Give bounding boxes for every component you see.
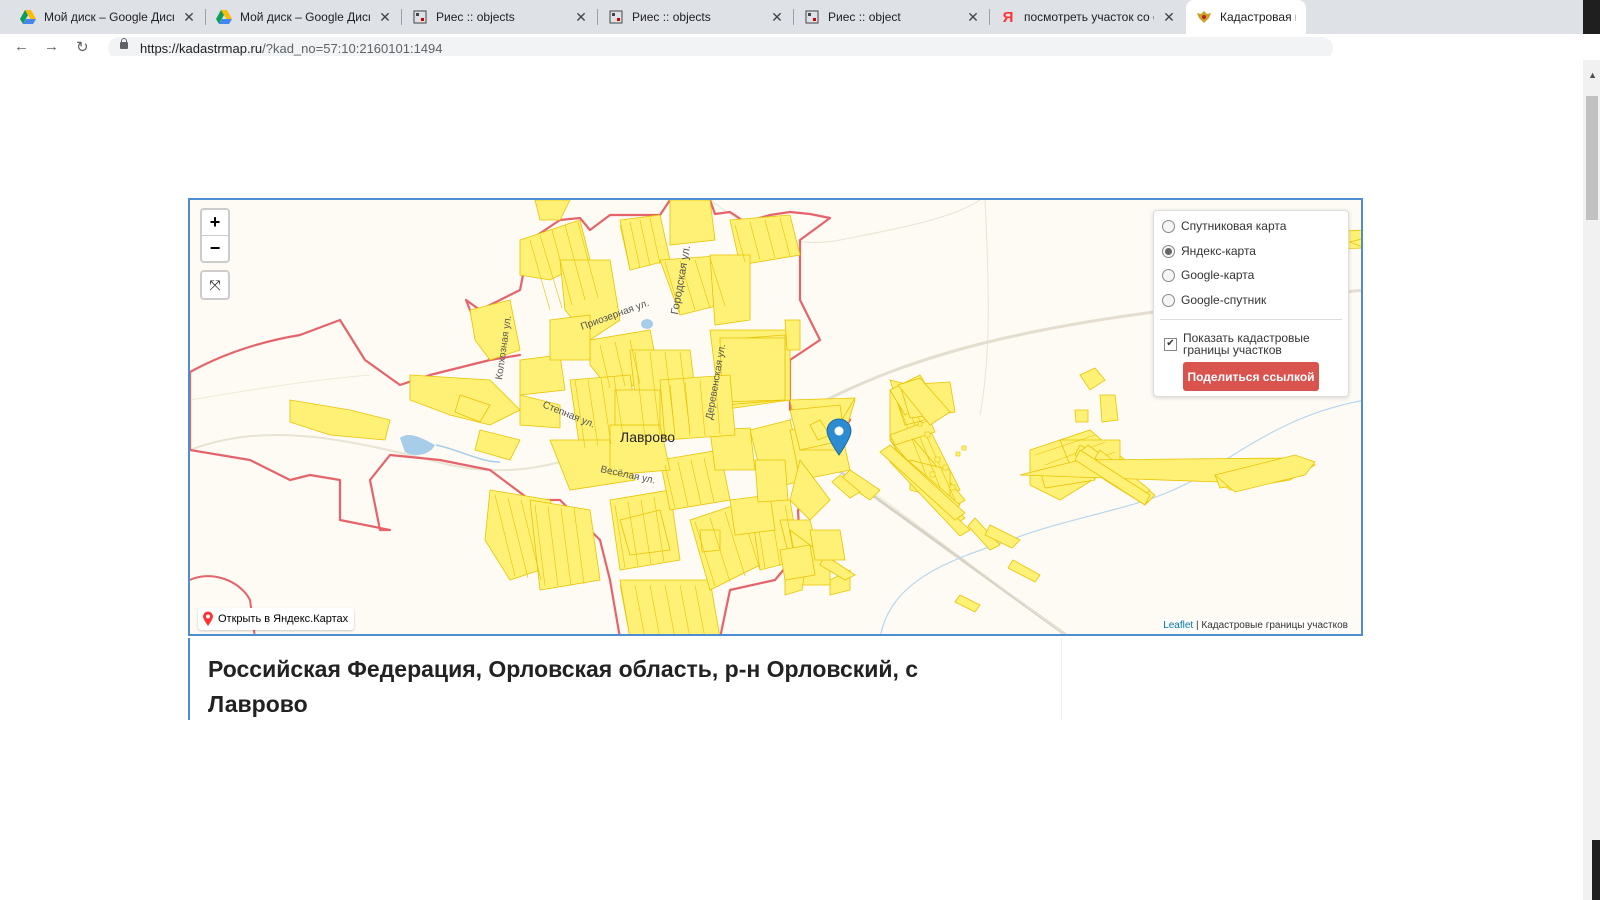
map-marker-icon[interactable]	[826, 418, 852, 456]
fullscreen-icon: ⤧	[209, 276, 221, 293]
reload-icon[interactable]: ↻	[76, 38, 89, 56]
close-icon[interactable]: ✕	[574, 9, 588, 26]
close-icon[interactable]: ✕	[770, 9, 784, 26]
google-drive-icon	[20, 9, 36, 25]
window-corner	[1583, 0, 1600, 34]
layer-label: Спутниковая карта	[1181, 219, 1287, 233]
layer-radio[interactable]	[1162, 293, 1175, 307]
tab-title: Риес :: object	[828, 10, 901, 24]
ries-icon	[804, 9, 820, 25]
tab-google-drive-1[interactable]: Мой диск – Google Диск ✕	[10, 0, 206, 34]
layer-label: Google-спутник	[1181, 293, 1267, 307]
tab-strip: Мой диск – Google Диск ✕ Мой диск – Goog…	[0, 0, 1600, 34]
rosreestr-emblem-icon	[1196, 9, 1212, 25]
window-corner-bottom	[1592, 840, 1600, 900]
tab-title: Риес :: objects	[632, 10, 711, 24]
address-panel: Российская Федерация, Орловская область,…	[188, 638, 1062, 720]
tab-ries-objects-1[interactable]: Риес :: objects ✕	[402, 0, 598, 34]
tab-title: Мой диск – Google Диск	[240, 10, 370, 24]
ries-icon	[412, 9, 428, 25]
leaflet-link[interactable]: Leaflet	[1163, 620, 1193, 631]
close-icon[interactable]: ✕	[1162, 9, 1176, 26]
tab-ries-objects-2[interactable]: Риес :: objects ✕	[598, 0, 794, 34]
tab-title: Мой диск – Google Диск	[44, 10, 174, 24]
ries-icon	[608, 9, 624, 25]
layer-divider	[1160, 319, 1342, 320]
tab-title: посмотреть участок со с	[1024, 10, 1154, 24]
layer-radio-selected[interactable]	[1162, 244, 1175, 258]
layer-yandex[interactable]: Яндекс-карта	[1162, 244, 1256, 258]
scrollbar-thumb[interactable]	[1586, 96, 1598, 220]
layer-google-map[interactable]: Google-карта	[1162, 268, 1254, 282]
zoom-control: + −	[200, 208, 230, 263]
tab-google-drive-2[interactable]: Мой диск – Google Диск ✕	[206, 0, 402, 34]
forward-icon[interactable]: →	[44, 38, 59, 55]
share-link-button[interactable]: Поделиться ссылкой	[1183, 362, 1319, 391]
attribution-text: Кадастровые границы участков	[1201, 620, 1348, 631]
locality-label: Лаврово	[620, 429, 675, 445]
close-icon[interactable]: ✕	[182, 9, 196, 26]
zoom-out-button[interactable]: −	[202, 236, 228, 261]
address-toolbar: ← → ↻ https://kadastrmap.ru/?kad_no=57:1…	[0, 34, 1600, 59]
tab-title: Кадастровая пуб	[1220, 10, 1296, 24]
back-icon[interactable]: ←	[14, 38, 29, 55]
tab-ries-object[interactable]: Риес :: object ✕	[794, 0, 990, 34]
tab-kadastr-active[interactable]: Кадастровая пуб	[1186, 0, 1306, 34]
layer-radio[interactable]	[1162, 219, 1175, 233]
cadastral-map[interactable]: Колхозная ул. Приозерная ул. Городская у…	[188, 198, 1363, 636]
boundaries-checkbox[interactable]: ✔	[1164, 338, 1177, 351]
close-icon[interactable]: ✕	[966, 9, 980, 26]
boundaries-label: Показать кадастровые границы участков	[1183, 331, 1310, 357]
google-drive-icon	[216, 9, 232, 25]
url-path: /?kad_no=57:10:2160101:1494	[262, 40, 443, 56]
yandex-icon: Я	[1002, 8, 1014, 26]
layer-label: Google-карта	[1181, 268, 1255, 282]
fullscreen-button[interactable]: ⤧	[200, 270, 230, 300]
open-in-yandex-label: Открыть в Яндекс.Картах	[218, 613, 349, 625]
layer-google-satellite[interactable]: Google-спутник	[1162, 293, 1266, 307]
close-icon[interactable]: ✕	[378, 9, 392, 26]
layer-radio[interactable]	[1162, 268, 1175, 282]
lock-icon	[120, 38, 128, 49]
scroll-up-icon[interactable]: ▲	[1588, 70, 1597, 80]
tab-title: Риес :: objects	[436, 10, 515, 24]
tab-yandex-search[interactable]: Я посмотреть участок со с ✕	[990, 0, 1186, 34]
map-pin-icon	[203, 611, 213, 626]
zoom-in-button[interactable]: +	[202, 210, 228, 236]
layer-label: Яндекс-карта	[1181, 244, 1256, 258]
layer-switcher: Спутниковая карта Яндекс-карта Google-ка…	[1153, 210, 1349, 397]
toolbar-edge	[0, 56, 1600, 60]
address-heading: Российская Федерация, Орловская область,…	[208, 656, 919, 717]
map-attribution: Leaflet | Кадастровые границы участков	[1160, 619, 1351, 632]
open-in-yandex-link[interactable]: Открыть в Яндекс.Картах	[198, 608, 355, 630]
layer-satellite[interactable]: Спутниковая карта	[1162, 219, 1286, 233]
url-host: https://kadastrmap.ru	[140, 40, 263, 56]
